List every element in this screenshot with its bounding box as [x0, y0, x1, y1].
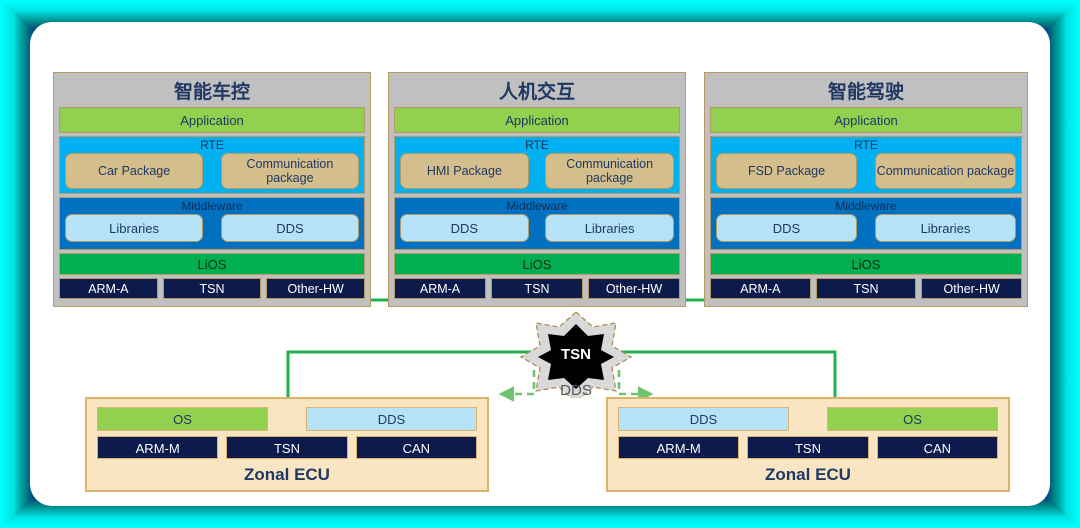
zonal-ecu-right[interactable]: DDS OS ARM-M TSN CAN Zonal ECU: [606, 397, 1010, 492]
ecu-os-block[interactable]: OS: [827, 407, 998, 431]
hardware-row: ARM-A TSN Other-HW: [394, 278, 680, 299]
hw-block[interactable]: ARM-A: [59, 278, 158, 299]
panel-title: 智能驾驶: [827, 81, 904, 103]
rte-label: RTE: [200, 138, 224, 152]
rte-band[interactable]: RTE HMI Package Communication package: [394, 136, 680, 194]
ecu-hw-block[interactable]: CAN: [355, 436, 477, 459]
rte-band[interactable]: RTE Car Package Communication package: [59, 136, 365, 194]
hw-block[interactable]: ARM-A: [710, 278, 811, 299]
hw-block-tsn[interactable]: TSN: [815, 278, 917, 299]
panel-autonomous-driving[interactable]: 智能驾驶 Application RTE FSD Package Communi…: [704, 72, 1028, 307]
hw-block-tsn[interactable]: TSN: [162, 278, 262, 299]
middleware-module[interactable]: DDS: [400, 214, 529, 242]
ecu-hw-block[interactable]: ARM-M: [97, 436, 219, 459]
middleware-module[interactable]: Libraries: [65, 214, 204, 242]
rte-label: RTE: [525, 138, 549, 152]
ecu-hardware-row: ARM-M TSN CAN: [618, 436, 998, 459]
diagram-canvas: left ECU TSN --> right ECU TSN --> TSN D…: [30, 22, 1050, 506]
application-band[interactable]: Application: [394, 107, 680, 133]
ecu-top-row: OS DDS: [97, 407, 477, 431]
rte-package[interactable]: HMI Package: [400, 153, 529, 189]
neon-frame: left ECU TSN --> right ECU TSN --> TSN D…: [0, 0, 1080, 528]
middleware-band[interactable]: Middleware DDS Libraries: [394, 197, 680, 250]
panel-title: 智能车控: [173, 81, 250, 103]
ecu-hw-block[interactable]: ARM-M: [618, 436, 740, 459]
zonal-ecu-left[interactable]: OS DDS ARM-M TSN CAN Zonal ECU: [85, 397, 489, 492]
middleware-module[interactable]: DDS: [716, 214, 857, 242]
ecu-hw-block-tsn[interactable]: TSN: [747, 436, 869, 459]
middleware-band[interactable]: Middleware Libraries DDS: [59, 197, 365, 250]
middleware-label: Middleware: [181, 199, 243, 213]
rte-package[interactable]: FSD Package: [716, 153, 857, 189]
middleware-label: Middleware: [506, 199, 568, 213]
ecu-title: Zonal ECU: [765, 465, 851, 484]
ecu-top-row: DDS OS: [618, 407, 998, 431]
hw-block[interactable]: Other-HW: [588, 278, 680, 299]
middleware-module[interactable]: Libraries: [875, 214, 1016, 242]
hub-center-label: TSN: [561, 346, 591, 363]
middleware-band[interactable]: Middleware DDS Libraries: [710, 197, 1022, 250]
ecu-hw-block[interactable]: CAN: [876, 436, 998, 459]
application-band[interactable]: Application: [710, 107, 1022, 133]
middleware-module[interactable]: DDS: [220, 214, 359, 242]
hw-block-tsn[interactable]: TSN: [491, 278, 583, 299]
ecu-title: Zonal ECU: [244, 465, 330, 484]
central-tsn-hub[interactable]: TSN DDS: [517, 310, 635, 403]
rte-label: RTE: [854, 138, 878, 152]
hardware-row: ARM-A TSN Other-HW: [710, 278, 1023, 299]
application-band[interactable]: Application: [59, 107, 365, 133]
os-band[interactable]: LiOS: [394, 253, 680, 275]
panel-vehicle-control[interactable]: 智能车控 Application RTE Car Package Communi…: [53, 72, 371, 307]
ecu-hardware-row: ARM-M TSN CAN: [97, 436, 477, 459]
hw-block[interactable]: Other-HW: [266, 278, 366, 299]
panel-hmi[interactable]: 人机交互 Application RTE HMI Package Communi…: [388, 72, 686, 307]
os-band[interactable]: LiOS: [710, 253, 1022, 275]
panel-title: 人机交互: [498, 81, 575, 103]
rte-package[interactable]: Car Package: [65, 153, 204, 189]
middleware-module[interactable]: Libraries: [545, 214, 674, 242]
ecu-os-block[interactable]: OS: [97, 407, 268, 431]
rte-package[interactable]: Communication package: [875, 153, 1016, 189]
rte-package[interactable]: Communication package: [545, 153, 674, 189]
hw-block[interactable]: ARM-A: [394, 278, 486, 299]
ecu-hw-block-tsn[interactable]: TSN: [226, 436, 348, 459]
os-band[interactable]: LiOS: [59, 253, 365, 275]
rte-band[interactable]: RTE FSD Package Communication package: [710, 136, 1022, 194]
hardware-row: ARM-A TSN Other-HW: [59, 278, 366, 299]
ecu-dds-block[interactable]: DDS: [306, 407, 477, 431]
middleware-label: Middleware: [835, 199, 897, 213]
rte-package[interactable]: Communication package: [220, 153, 359, 189]
ecu-dds-block[interactable]: DDS: [618, 407, 789, 431]
hw-block[interactable]: Other-HW: [921, 278, 1023, 299]
